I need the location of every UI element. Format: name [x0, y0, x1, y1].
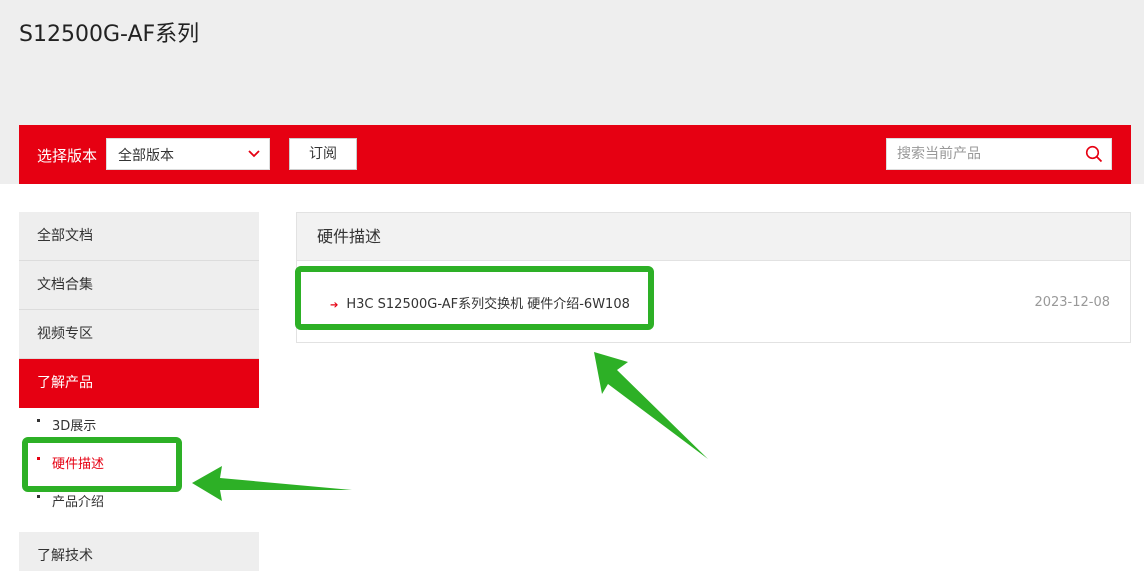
arrow-left-icon — [192, 466, 352, 501]
annotation-arrows — [192, 352, 708, 501]
arrow-up-left-icon — [594, 352, 708, 459]
